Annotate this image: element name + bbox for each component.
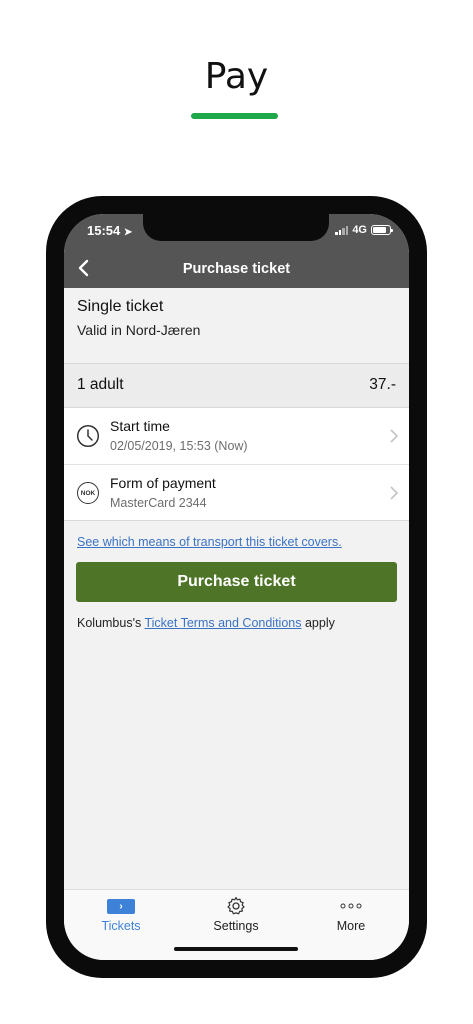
promo-title: Pay [204, 56, 269, 97]
ticket-summary: Single ticket Valid in Nord-Jæren [64, 288, 409, 364]
tab-label: Settings [213, 919, 259, 933]
row-title: Form of payment [110, 475, 216, 491]
options-list: Start time 02/05/2019, 15:53 (Now) NOK F… [64, 408, 409, 521]
tab-more[interactable]: More [306, 896, 396, 933]
terms-suffix: apply [301, 616, 335, 630]
ticket-icon: › [107, 898, 135, 914]
tab-tickets[interactable]: › Tickets [76, 896, 166, 933]
chevron-right-icon [390, 429, 399, 443]
terms-text: Kolumbus's Ticket Terms and Conditions a… [77, 616, 335, 630]
network-label: 4G [352, 224, 367, 236]
signal-icon [335, 225, 349, 235]
location-arrow-icon: ➤ [123, 227, 133, 238]
payment-row[interactable]: NOK Form of payment MasterCard 2344 [64, 464, 409, 520]
status-icons: 4G [335, 224, 393, 236]
tab-label: Tickets [101, 919, 141, 933]
status-time: 15:54 ➤ [87, 223, 132, 238]
terms-prefix: Kolumbus's [77, 616, 145, 630]
row-subtitle: 02/05/2019, 15:53 (Now) [110, 439, 248, 453]
phone-notch [143, 214, 329, 241]
tab-label: More [336, 919, 366, 933]
promo-underline [191, 113, 278, 119]
transport-coverage-link[interactable]: See which means of transport this ticket… [77, 535, 342, 549]
passenger-label: 1 adult [77, 376, 124, 393]
battery-icon [371, 225, 393, 235]
home-indicator[interactable] [174, 947, 298, 951]
app-screen: 15:54 ➤ 4G Purchase ticket Single ticket… [64, 214, 409, 960]
status-time-text: 15:54 [87, 223, 121, 238]
terms-link[interactable]: Ticket Terms and Conditions [144, 616, 301, 630]
purchase-button[interactable]: Purchase ticket [76, 562, 397, 602]
ticket-name: Single ticket [77, 298, 164, 315]
tab-settings[interactable]: Settings [191, 896, 281, 933]
start-time-row[interactable]: Start time 02/05/2019, 15:53 (Now) [64, 408, 409, 464]
row-subtitle: MasterCard 2344 [110, 496, 207, 510]
nok-coin-label: NOK [77, 482, 99, 504]
clock-icon [76, 424, 100, 448]
more-dots-icon [340, 903, 362, 909]
ticket-price: 37.- [369, 376, 396, 393]
nok-coin-icon: NOK [76, 481, 100, 505]
chevron-right-icon [390, 486, 399, 500]
row-title: Start time [110, 418, 170, 434]
gear-icon [227, 896, 245, 915]
page-title: Purchase ticket [182, 261, 291, 277]
phone-frame: 15:54 ➤ 4G Purchase ticket Single ticket… [46, 196, 427, 978]
ticket-validity: Valid in Nord-Jæren [77, 322, 201, 338]
passenger-row: 1 adult 37.- [64, 364, 409, 408]
